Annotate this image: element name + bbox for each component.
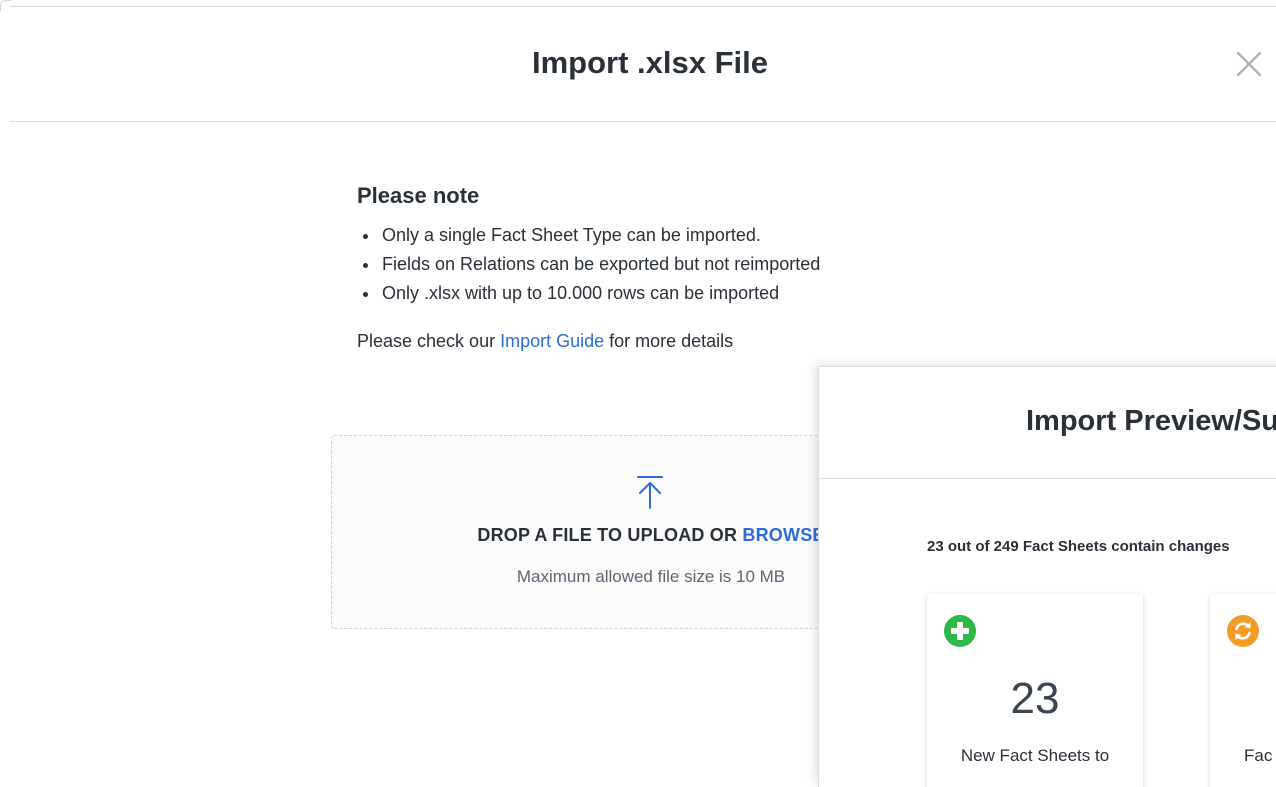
guide-suffix: for more details <box>604 331 734 351</box>
plus-circle-icon <box>944 615 976 647</box>
import-guide-link[interactable]: Import Guide <box>500 331 604 351</box>
preview-title: Import Preview/Summary <box>1026 405 1276 437</box>
guide-prefix: Please check our <box>357 331 501 351</box>
preview-header: Import Preview/Summary <box>819 367 1276 479</box>
new-count: 23 <box>1010 674 1060 723</box>
dialog-header: Import .xlsx File <box>10 7 1276 122</box>
close-icon <box>1236 51 1262 77</box>
close-button[interactable] <box>1236 51 1262 77</box>
refresh-circle-icon <box>1227 615 1259 647</box>
note-item: Only a single Fact Sheet Type can be imp… <box>357 221 1077 250</box>
updated-label: Fac <box>1244 746 1273 765</box>
upload-arrow-icon <box>637 476 663 509</box>
import-guide-text: Please check our Import Guide for more d… <box>357 331 1077 352</box>
updated-fact-sheets-card[interactable]: Fac <box>1210 594 1276 787</box>
new-label: New Fact Sheets to <box>960 746 1110 765</box>
dialog-title: Import .xlsx File <box>531 45 768 80</box>
browse-link[interactable]: BROWSE <box>742 525 824 545</box>
dropzone-label: DROP A FILE TO UPLOAD OR <box>477 525 743 545</box>
changes-summary: 23 out of 249 Fact Sheets contain change… <box>927 538 1230 555</box>
note-item: Only .xlsx with up to 10.000 rows can be… <box>357 279 1077 308</box>
import-preview-dialog: Import Preview/Summary 23 out of 249 Fac… <box>818 366 1276 787</box>
new-fact-sheets-card[interactable]: 23 New Fact Sheets to <box>927 594 1143 787</box>
please-note-section: Please note Only a single Fact Sheet Typ… <box>357 183 1077 352</box>
note-title: Please note <box>357 183 480 208</box>
note-list: Only a single Fact Sheet Type can be imp… <box>357 221 1077 308</box>
note-item: Fields on Relations can be exported but … <box>357 250 1077 279</box>
